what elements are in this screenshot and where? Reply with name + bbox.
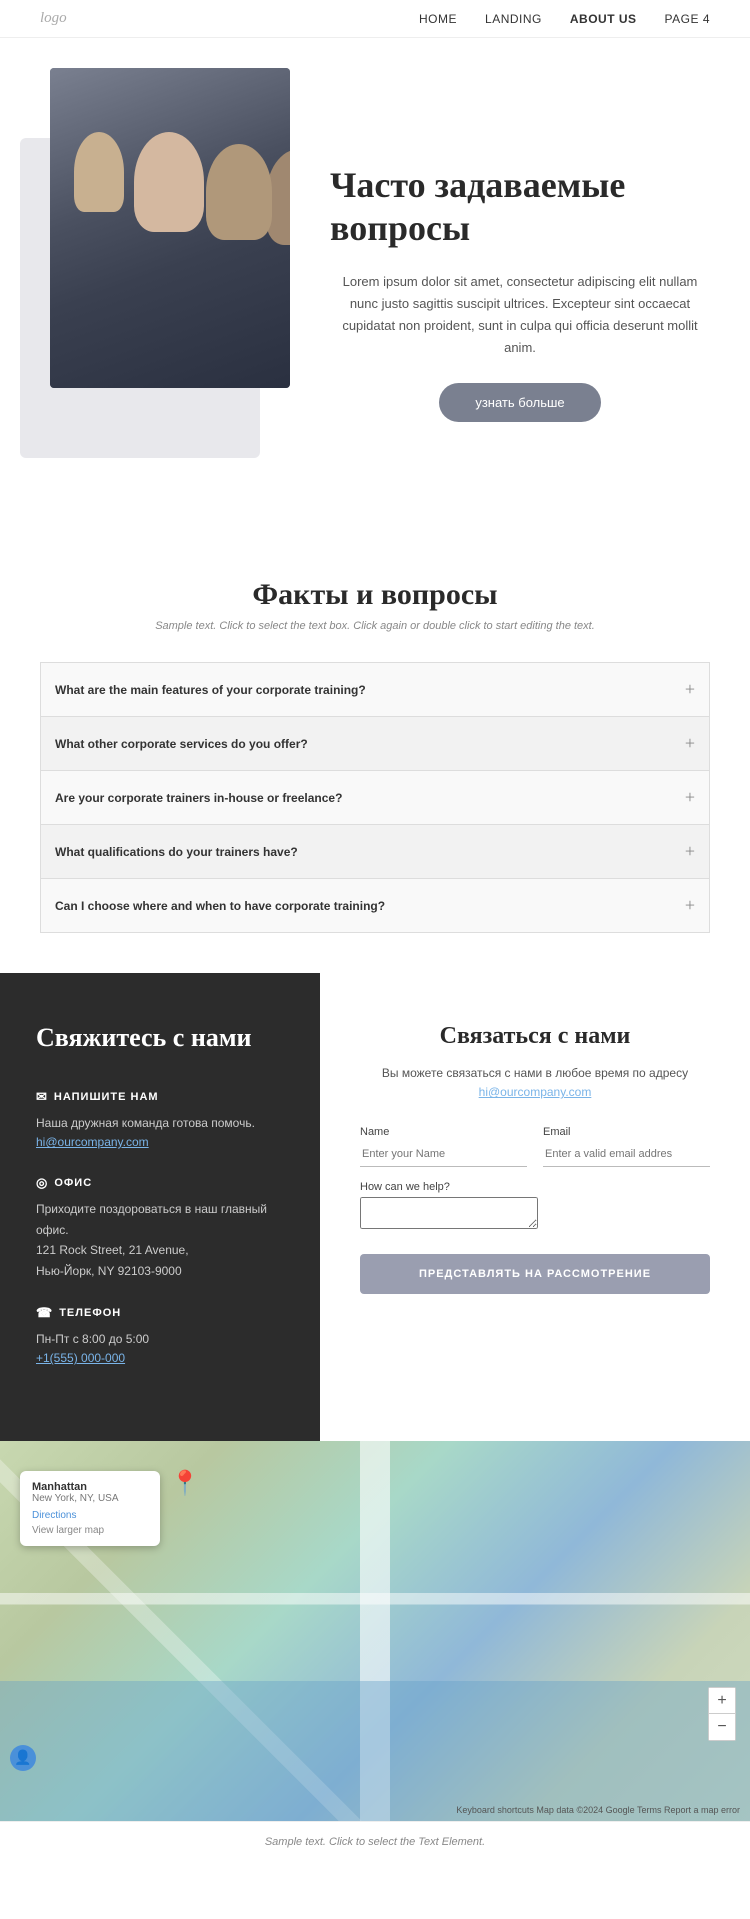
faq-subtitle: Sample text. Click to select the text bo… <box>40 620 710 632</box>
form-message-input[interactable] <box>360 1197 538 1229</box>
faq-question-3: Are your corporate trainers in-house or … <box>55 791 342 805</box>
contact-email-title: ✉ НАПИШИТЕ НАМ <box>36 1089 284 1105</box>
faq-question-5: Can I choose where and when to have corp… <box>55 899 385 913</box>
form-name-input[interactable] <box>360 1142 527 1167</box>
form-name-group: Name <box>360 1126 527 1167</box>
form-heading: Связаться с нами <box>360 1023 710 1050</box>
contact-form-panel: Связаться с нами Вы можете связаться с н… <box>320 973 750 1441</box>
faq-item[interactable]: Can I choose where and when to have corp… <box>40 878 710 933</box>
faq-expand-icon-1: + <box>685 679 695 700</box>
form-email-label: Email <box>543 1126 710 1138</box>
contact-phone-link[interactable]: +1(555) 000-000 <box>36 1351 125 1365</box>
navbar: logo HOME LANDING ABOUT US PAGE 4 <box>0 0 750 38</box>
contact-email-block: ✉ НАПИШИТЕ НАМ Наша дружная команда гото… <box>36 1089 284 1151</box>
contact-phone-title: ☎ ТЕЛЕФОН <box>36 1305 284 1321</box>
form-message-group: How can we help? <box>360 1181 710 1234</box>
nav-home[interactable]: HOME <box>419 12 457 26</box>
faq-item[interactable]: Are your corporate trainers in-house or … <box>40 770 710 824</box>
form-name-email-row: Name Email <box>360 1126 710 1167</box>
hero-title: Часто задаваемые вопросы <box>330 164 710 250</box>
nav-landing[interactable]: LANDING <box>485 12 542 26</box>
faq-expand-icon-5: + <box>685 895 695 916</box>
hero-content: Часто задаваемые вопросы Lorem ipsum dol… <box>330 134 710 422</box>
faq-question-4: What qualifications do your trainers hav… <box>55 845 298 859</box>
form-how-label: How can we help? <box>360 1181 710 1193</box>
contact-email-link[interactable]: hi@ourcompany.com <box>36 1135 149 1149</box>
faq-expand-icon-2: + <box>685 733 695 754</box>
form-email-input[interactable] <box>543 1142 710 1167</box>
map-popup: Manhattan New York, NY, USA Directions V… <box>20 1471 160 1546</box>
form-name-label: Name <box>360 1126 527 1138</box>
faq-item[interactable]: What other corporate services do you off… <box>40 716 710 770</box>
faq-section: Факты и вопросы Sample text. Click to se… <box>0 518 750 973</box>
map-pin-icon: 📍 <box>170 1469 200 1498</box>
hero-description: Lorem ipsum dolor sit amet, consectetur … <box>330 271 710 359</box>
form-subtext: Вы можете связаться с нами в любое время… <box>360 1064 710 1102</box>
faq-question-2: What other corporate services do you off… <box>55 737 308 751</box>
bottom-bar: Sample text. Click to select the Text El… <box>0 1821 750 1862</box>
faq-question-1: What are the main features of your corpo… <box>55 683 366 697</box>
map-directions-link[interactable]: Directions <box>32 1510 148 1521</box>
hero-button[interactable]: узнать больше <box>439 383 600 422</box>
hero-photo <box>50 68 290 388</box>
faq-expand-icon-4: + <box>685 841 695 862</box>
map-section: Manhattan New York, NY, USA Directions V… <box>0 1441 750 1821</box>
phone-icon: ☎ <box>36 1305 53 1321</box>
nav-page4[interactable]: PAGE 4 <box>665 12 710 26</box>
contact-left: Свяжитесь с нами ✉ НАПИШИТЕ НАМ Наша дру… <box>0 973 320 1441</box>
contact-office-block: ◎ ОФИС Приходите поздороваться в наш гла… <box>36 1175 284 1281</box>
map-background: Manhattan New York, NY, USA Directions V… <box>0 1441 750 1821</box>
bottom-bar-text: Sample text. Click to select the Text El… <box>40 1836 710 1848</box>
submit-button[interactable]: ПРЕДСТАВЛЯТЬ НА РАССМОТРЕНИЕ <box>360 1254 710 1294</box>
hero-section: Часто задаваемые вопросы Lorem ipsum dol… <box>0 38 750 518</box>
nav-about-us[interactable]: ABOUT US <box>570 12 637 26</box>
map-zoom-in[interactable]: + <box>709 1688 735 1714</box>
contact-heading: Свяжитесь с нами <box>36 1023 284 1053</box>
map-zoom-controls: + − <box>708 1687 736 1741</box>
map-footer-text: Keyboard shortcuts Map data ©2024 Google… <box>456 1805 740 1815</box>
map-water <box>0 1681 750 1821</box>
location-icon: ◎ <box>36 1175 48 1191</box>
logo: logo <box>40 10 67 27</box>
contact-office-title: ◎ ОФИС <box>36 1175 284 1191</box>
nav-links: HOME LANDING ABOUT US PAGE 4 <box>419 12 710 26</box>
contact-section: Свяжитесь с нами ✉ НАПИШИТЕ НАМ Наша дру… <box>0 973 750 1441</box>
faq-item[interactable]: What qualifications do your trainers hav… <box>40 824 710 878</box>
faq-expand-icon-3: + <box>685 787 695 808</box>
hero-image-wrapper <box>40 98 300 458</box>
faq-list: What are the main features of your corpo… <box>40 662 710 933</box>
map-popup-subtitle: New York, NY, USA <box>32 1493 148 1504</box>
map-larger-link[interactable]: View larger map <box>32 1525 148 1536</box>
hero-image <box>50 68 290 388</box>
form-email-link[interactable]: hi@ourcompany.com <box>479 1085 592 1099</box>
map-popup-title: Manhattan <box>32 1481 148 1493</box>
faq-item[interactable]: What are the main features of your corpo… <box>40 662 710 716</box>
faq-title: Факты и вопросы <box>40 578 710 612</box>
form-email-group: Email <box>543 1126 710 1167</box>
email-icon: ✉ <box>36 1089 48 1105</box>
map-zoom-out[interactable]: − <box>709 1714 735 1740</box>
contact-phone-block: ☎ ТЕЛЕФОН Пн-Пт с 8:00 до 5:00 +1(555) 0… <box>36 1305 284 1367</box>
